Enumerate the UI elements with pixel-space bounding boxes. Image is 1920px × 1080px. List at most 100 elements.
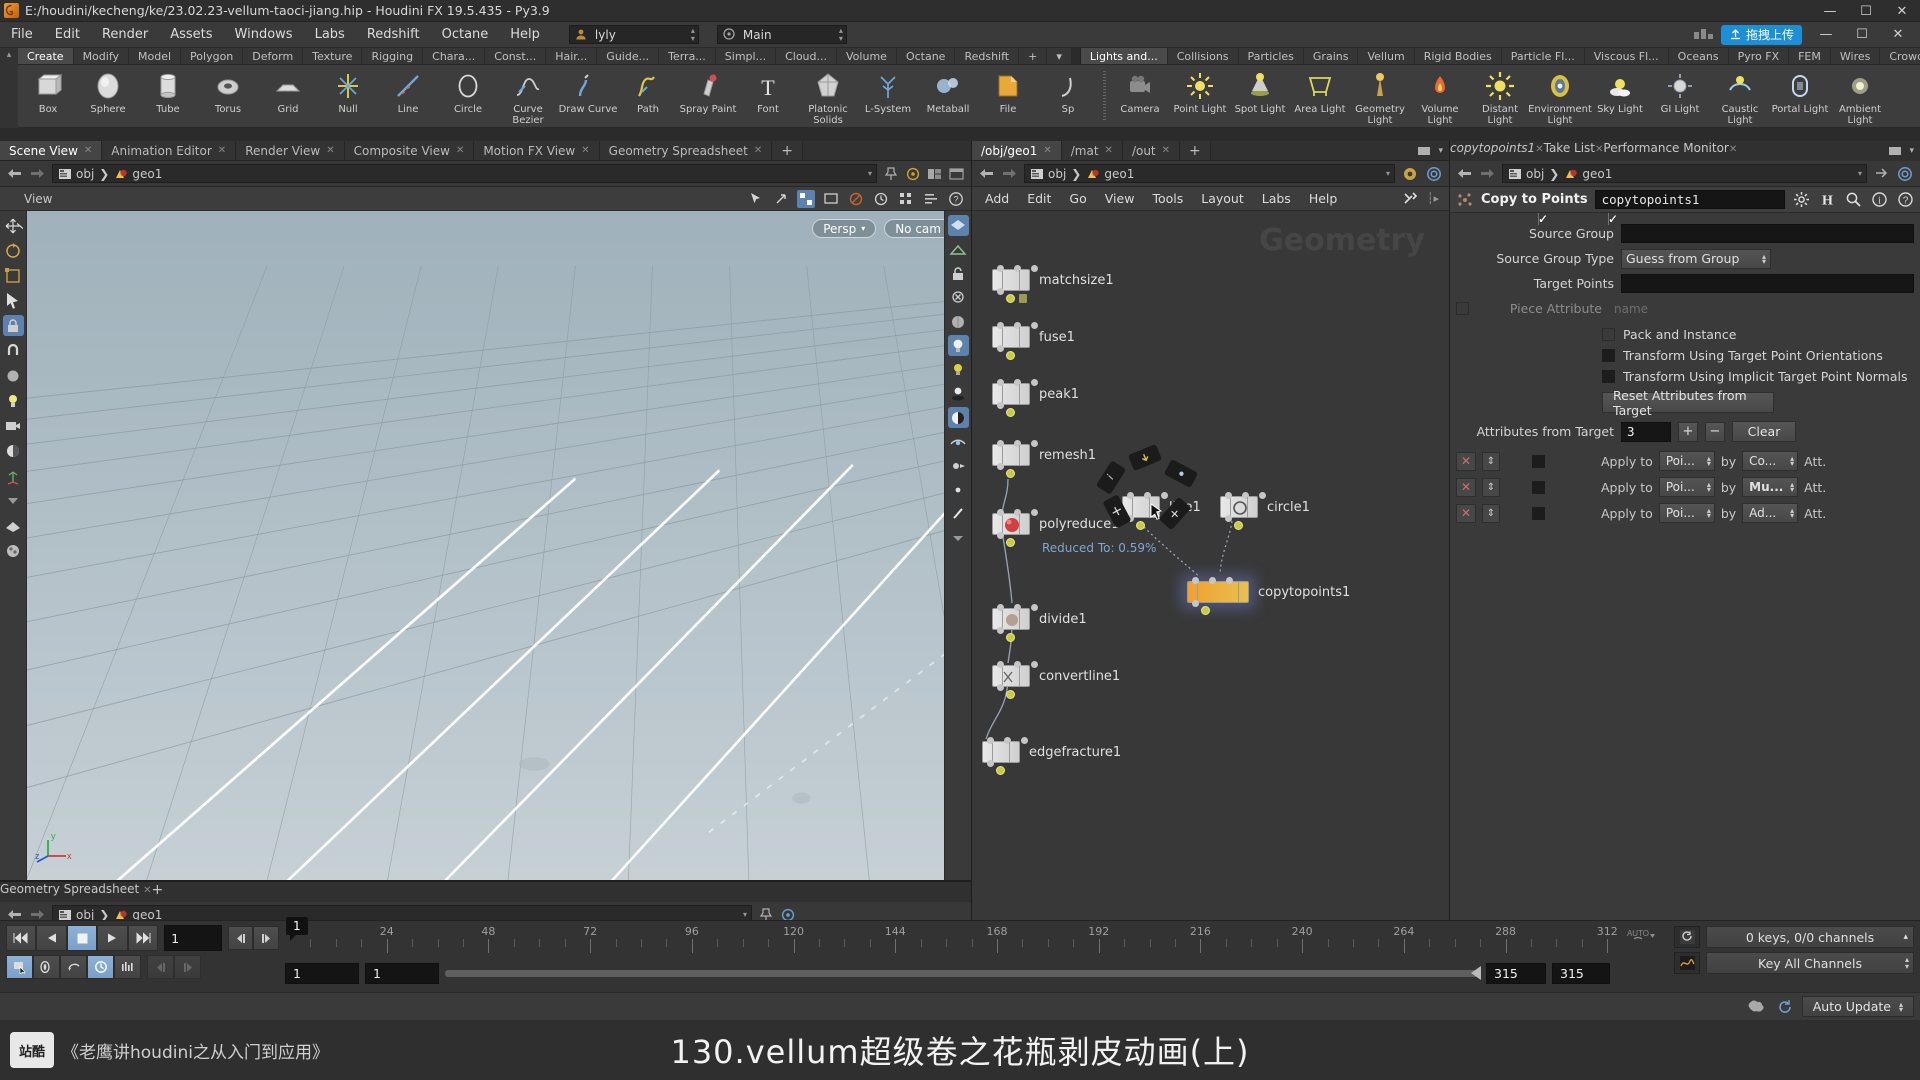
- minimize-button[interactable]: —: [1812, 0, 1848, 22]
- lock-flag-icon[interactable]: [1019, 294, 1027, 303]
- step-back-button[interactable]: [36, 925, 67, 951]
- node-inputs[interactable]: [1225, 492, 1266, 499]
- keyframe-refresh-icon[interactable]: [1674, 926, 1700, 948]
- params-pin-icon[interactable]: [1873, 166, 1890, 181]
- point-display-icon[interactable]: [948, 479, 969, 500]
- shelf-item-camera[interactable]: Camera: [1110, 65, 1170, 127]
- source-group-input[interactable]: [1621, 224, 1914, 243]
- node-outputs[interactable]: [997, 463, 1004, 470]
- apply-method-menu-1[interactable]: Co... ▴ ▾: [1742, 451, 1799, 471]
- shelf-item-path[interactable]: Path: [618, 65, 678, 127]
- node-outputs[interactable]: [1225, 515, 1232, 522]
- path-dropdown-icon[interactable]: ▾: [868, 169, 872, 178]
- shelf-item-l-system[interactable]: L-System: [858, 65, 918, 127]
- info-icon[interactable]: i: [1871, 191, 1888, 208]
- shelf-tab-volume[interactable]: Volume: [837, 48, 897, 64]
- shelf-tab-particles[interactable]: Particles: [1238, 48, 1304, 64]
- shelf-tab-texture[interactable]: Texture: [303, 48, 363, 64]
- network-node-peak1[interactable]: peak1: [992, 379, 1079, 417]
- left-add-tab-button[interactable]: +: [772, 141, 804, 160]
- tab-close-icon[interactable]: ✕: [456, 145, 464, 156]
- paint-icon[interactable]: [948, 503, 969, 524]
- shelf-tab-redshift[interactable]: Redshift: [955, 48, 1020, 64]
- current-frame-field[interactable]: 1: [164, 925, 222, 951]
- params-tab-performance-monitor[interactable]: Performance Monitor✕: [1603, 141, 1737, 161]
- help-icon[interactable]: ?: [1897, 191, 1914, 208]
- shelf-tab-octane[interactable]: Octane: [896, 48, 956, 64]
- menu-item-render[interactable]: Render: [91, 22, 159, 48]
- network-menu-view[interactable]: View: [1096, 187, 1144, 211]
- node-flags[interactable]: [1006, 690, 1015, 699]
- network-menu-layout[interactable]: Layout: [1192, 187, 1253, 211]
- node-flags[interactable]: [1234, 521, 1243, 530]
- display-flag-icon[interactable]: [1006, 408, 1015, 417]
- tab-close-icon[interactable]: ✕: [1043, 145, 1051, 156]
- shelf-item-font[interactable]: T Font: [738, 65, 798, 127]
- stop-button[interactable]: [66, 925, 98, 951]
- node-flags[interactable]: [1006, 408, 1015, 417]
- realtime-toggle-button[interactable]: [87, 955, 114, 979]
- range-end-button[interactable]: [174, 955, 201, 979]
- menu-item-help[interactable]: Help: [499, 22, 551, 48]
- collapse-icon[interactable]: [948, 527, 969, 548]
- apply-target-menu-1[interactable]: Poi... ▴ ▾: [1658, 451, 1715, 471]
- network-back-icon[interactable]: [978, 167, 995, 180]
- maximize-button[interactable]: ☐: [1848, 0, 1884, 22]
- node-body[interactable]: [982, 737, 1028, 767]
- snapping-icon[interactable]: [797, 189, 815, 208]
- light-bulb-icon[interactable]: [947, 335, 969, 356]
- params-menu-chevron-icon[interactable]: ▾: [1909, 146, 1914, 156]
- shelf-item-portal-light[interactable]: Portal Light: [1770, 65, 1830, 127]
- checkbox-row-transform-orientations[interactable]: ✓ Transform Using Target Point Orientati…: [1450, 213, 1920, 366]
- network-node-circle1[interactable]: circle1: [1220, 492, 1310, 530]
- shelf-item-curve-bezier[interactable]: Curve Bezier: [498, 65, 558, 127]
- network-breadcrumb-geo1[interactable]: geo1: [1086, 167, 1134, 181]
- key-all-channels-button[interactable]: Key All Channels ▴ ▾: [1706, 952, 1914, 974]
- headlight-icon[interactable]: [948, 359, 969, 380]
- brush-icon[interactable]: [3, 365, 24, 386]
- shelf-tab-oceans[interactable]: Oceans: [1668, 48, 1729, 64]
- viewport-menu-icon[interactable]: [922, 190, 940, 208]
- apply-method-menu-2[interactable]: Mu... ▴ ▾: [1742, 477, 1799, 497]
- attribute-enable-checkbox-2[interactable]: ✓: [1532, 213, 1548, 494]
- shelf-item-box[interactable]: Box: [18, 65, 78, 127]
- network-path-dropdown-icon[interactable]: ▾: [1386, 169, 1390, 178]
- shelf-item-file[interactable]: File: [978, 65, 1038, 127]
- breadcrumb-obj[interactable]: obj: [58, 167, 94, 181]
- reset-attributes-button[interactable]: Reset Attributes from Target: [1602, 388, 1774, 418]
- panel-maximize-button[interactable]: ☐: [1844, 24, 1880, 46]
- menu-item-labs[interactable]: Labs: [304, 22, 356, 48]
- node-inputs[interactable]: [997, 509, 1038, 516]
- shelf-tab-terra[interactable]: Terra...: [659, 48, 716, 64]
- spreadsheet-path-dropdown-icon[interactable]: ▾: [743, 910, 747, 919]
- node-inputs[interactable]: [997, 440, 1038, 447]
- shelf-tab-collisions[interactable]: Collisions: [1167, 48, 1239, 64]
- piece-attribute-checkbox[interactable]: [1456, 302, 1469, 315]
- shelf-tab-crowds[interactable]: Crowds: [1880, 48, 1920, 64]
- tab-close-icon[interactable]: ✕: [1595, 144, 1603, 155]
- menu-item-edit[interactable]: Edit: [44, 22, 91, 48]
- help-icon[interactable]: ?: [947, 190, 965, 208]
- timeline-ruler[interactable]: 24 48 72 96 120 144 168 192 216 240 264 288 312: [285, 925, 1620, 961]
- timeline-range-slider[interactable]: [445, 966, 1481, 980]
- shelf-tab-wires[interactable]: Wires: [1830, 48, 1881, 64]
- animation-curve-icon[interactable]: [1674, 952, 1700, 974]
- params-sync-icon[interactable]: [1896, 165, 1914, 183]
- shelf-tab-fem[interactable]: FEM: [1789, 48, 1831, 64]
- keyframe-button[interactable]: [114, 955, 141, 979]
- play-button[interactable]: [97, 925, 128, 951]
- network-menu-go[interactable]: Go: [1060, 187, 1095, 211]
- global-end-field-2[interactable]: 315: [1552, 963, 1610, 984]
- node-body[interactable]: [992, 661, 1038, 691]
- network-sync-icon[interactable]: [1425, 165, 1443, 183]
- select-mode-button[interactable]: [6, 955, 33, 979]
- camera-badge[interactable]: Persp ▾: [812, 219, 877, 238]
- shelf-scroll-up[interactable]: ▴: [0, 48, 18, 65]
- node-outputs[interactable]: [997, 402, 1004, 409]
- no-snap-icon[interactable]: [847, 190, 865, 208]
- shelf-tab-menu-chevron-icon[interactable]: ▾: [1047, 48, 1072, 64]
- attributes-remove-button[interactable]: −: [1705, 421, 1725, 442]
- node-body[interactable]: [992, 322, 1038, 352]
- tab-scene-view[interactable]: Scene View ✕: [0, 141, 103, 160]
- shelf-tab-grains[interactable]: Grains: [1303, 48, 1359, 64]
